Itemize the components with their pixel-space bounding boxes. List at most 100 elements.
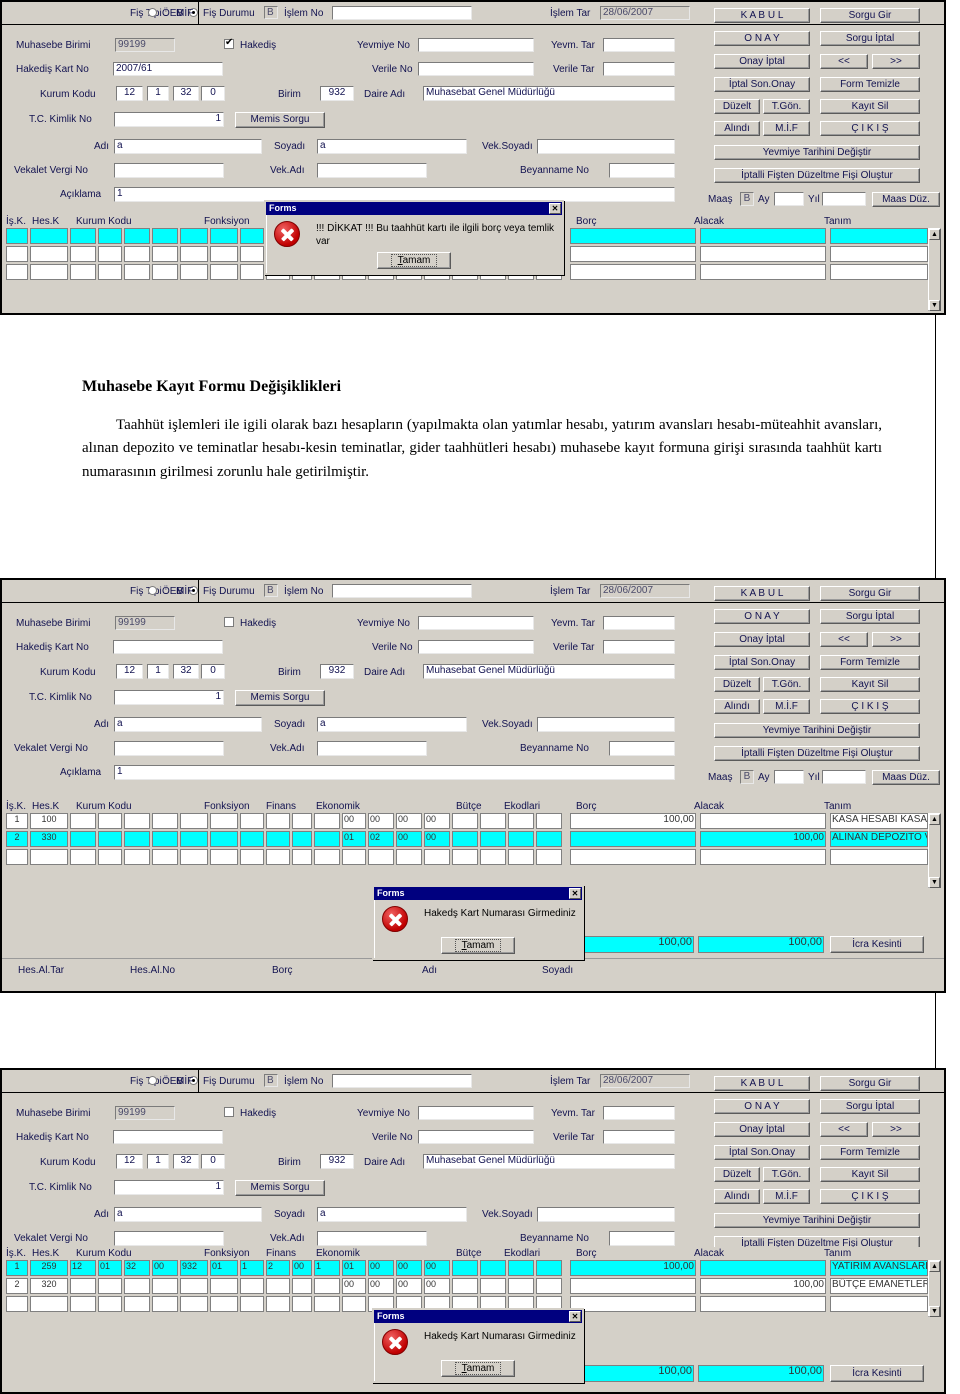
vek-soyadi-field[interactable] (537, 717, 675, 732)
grid-cell[interactable]: 1 (6, 813, 28, 829)
tgon-button[interactable]: T.Gön. (763, 1167, 810, 1182)
grid-cell[interactable]: 320 (30, 1278, 68, 1294)
soyadi-field[interactable]: a (317, 717, 467, 732)
grid-cell[interactable]: 2 (6, 831, 28, 847)
grid-cell-tanim[interactable] (830, 246, 928, 262)
yevmiye-no-field[interactable] (418, 1106, 534, 1120)
verile-no-field[interactable] (418, 62, 534, 76)
grid-cell[interactable] (30, 849, 68, 865)
kayit-sil-button[interactable]: Kayıt Sil (820, 99, 920, 114)
grid-cell[interactable] (70, 813, 96, 829)
tgon-button[interactable]: T.Gön. (763, 99, 810, 114)
grid-cell[interactable]: 00 (396, 831, 422, 847)
onay-button[interactable]: O N A Y (714, 31, 810, 46)
grid-cell[interactable] (98, 246, 122, 262)
grid-cell[interactable] (210, 1296, 238, 1312)
grid-cell[interactable] (266, 849, 290, 865)
grid-cell[interactable] (368, 849, 394, 865)
prev-button[interactable]: << (820, 1122, 868, 1137)
grid-cell[interactable] (210, 849, 238, 865)
yevmiye-tarihini-degistir-button[interactable]: Yevmiye Tarihini Değiştir (714, 723, 920, 738)
grid-cell-borc[interactable] (570, 831, 696, 847)
grid-cell[interactable] (240, 849, 264, 865)
grid-cell[interactable] (266, 1296, 290, 1312)
radio-oeb[interactable] (148, 586, 157, 595)
kayit-sil-button[interactable]: Kayıt Sil (820, 677, 920, 692)
grid-cell-tanim[interactable] (830, 264, 928, 280)
grid-cell[interactable] (536, 1278, 562, 1294)
kabul-button[interactable]: K A B U L (714, 586, 810, 601)
grid-cell[interactable] (124, 849, 150, 865)
grid-cell[interactable] (292, 1278, 312, 1294)
grid-cell[interactable]: 1 (6, 1260, 28, 1276)
grid-cell[interactable] (480, 831, 506, 847)
hakedis-checkbox[interactable] (224, 1107, 234, 1117)
kayit-sil-button[interactable]: Kayıt Sil (820, 1167, 920, 1182)
grid-cell-tanim[interactable] (830, 849, 928, 865)
scroll-down-arrow[interactable]: ▼ (929, 877, 940, 888)
maas-yil-field[interactable] (822, 770, 866, 784)
grid-cell-borc[interactable] (570, 228, 696, 244)
vek-adi-field[interactable] (317, 1231, 427, 1246)
scroll-up-arrow[interactable]: ▲ (929, 229, 940, 240)
grid-cell-alacak[interactable] (700, 849, 826, 865)
vek-adi-field[interactable] (317, 741, 427, 756)
kurum-kodu-part-1[interactable]: 12 (116, 1154, 143, 1169)
grid-cell[interactable] (452, 1278, 478, 1294)
kurum-kodu-part-1[interactable]: 12 (116, 664, 143, 679)
grid-cell[interactable] (314, 849, 340, 865)
grid-cell-tanim[interactable]: BÜTÇE EMANETLER (830, 1278, 928, 1294)
grid-cell[interactable] (30, 1296, 68, 1312)
scroll-down-arrow[interactable]: ▼ (929, 300, 940, 311)
grid-cell[interactable] (124, 228, 150, 244)
grid-cell[interactable]: 00 (368, 1260, 394, 1276)
islem-no-field[interactable] (332, 584, 472, 598)
muhasebe-birimi-field[interactable]: 99199 (115, 38, 175, 52)
verile-tar-field[interactable] (603, 640, 675, 654)
grid-cell[interactable] (70, 264, 96, 280)
grid-cell[interactable] (342, 1296, 366, 1312)
grid-cell[interactable] (152, 849, 178, 865)
kurum-kodu-part-4[interactable]: 0 (201, 1154, 225, 1169)
grid-cell[interactable] (70, 1296, 96, 1312)
grid-cell-alacak[interactable] (700, 1260, 826, 1276)
tamam-button[interactable]: Tamam (441, 937, 515, 954)
grid-cell-borc[interactable] (570, 849, 696, 865)
beyanname-no-field[interactable] (609, 1231, 675, 1246)
grid-cell[interactable] (6, 849, 28, 865)
next-button[interactable]: >> (872, 1122, 920, 1137)
adi-field[interactable]: a (114, 717, 262, 732)
grid-cell[interactable]: 01 (210, 1260, 238, 1276)
grid-cell[interactable]: 01 (342, 831, 366, 847)
grid-cell[interactable] (152, 1278, 178, 1294)
grid-cell[interactable]: 00 (342, 1278, 366, 1294)
islem-tar-field[interactable]: 28/06/2007 (600, 584, 690, 598)
duzelt-button[interactable]: Düzelt (714, 99, 760, 114)
adi-field[interactable]: a (114, 139, 262, 154)
alindi-button[interactable]: Alındı (714, 121, 760, 136)
verile-no-field[interactable] (418, 640, 534, 654)
form-temizle-button[interactable]: Form Temizle (820, 655, 920, 670)
grid-cell[interactable] (30, 228, 68, 244)
maas-ay-field[interactable] (774, 192, 804, 206)
verile-no-field[interactable] (418, 1130, 534, 1144)
onay-button[interactable]: O N A Y (714, 609, 810, 624)
grid-cell-borc[interactable] (570, 1296, 696, 1312)
grid-cell[interactable] (180, 813, 208, 829)
verile-tar-field[interactable] (603, 1130, 675, 1144)
grid-cell-tanim[interactable] (830, 1296, 928, 1312)
daire-adi-field[interactable]: Muhasebat Genel Müdürlüğü (423, 664, 675, 679)
grid-cell[interactable]: 00 (424, 1260, 450, 1276)
grid-cell[interactable] (396, 849, 422, 865)
yevm-tar-field[interactable] (603, 616, 675, 630)
grid-cell[interactable] (210, 264, 238, 280)
grid-cell[interactable] (6, 228, 28, 244)
maas-ay-field[interactable] (774, 770, 804, 784)
vekalet-vergi-no-field[interactable] (114, 741, 224, 756)
beyanname-no-field[interactable] (609, 163, 675, 178)
cikis-button[interactable]: Ç I K I Ş (820, 121, 920, 136)
kurum-kodu-part-1[interactable]: 12 (116, 86, 143, 101)
tc-kimlik-no-field[interactable]: 1 (114, 690, 224, 705)
vek-adi-field[interactable] (317, 163, 427, 178)
grid-cell[interactable]: 00 (368, 813, 394, 829)
